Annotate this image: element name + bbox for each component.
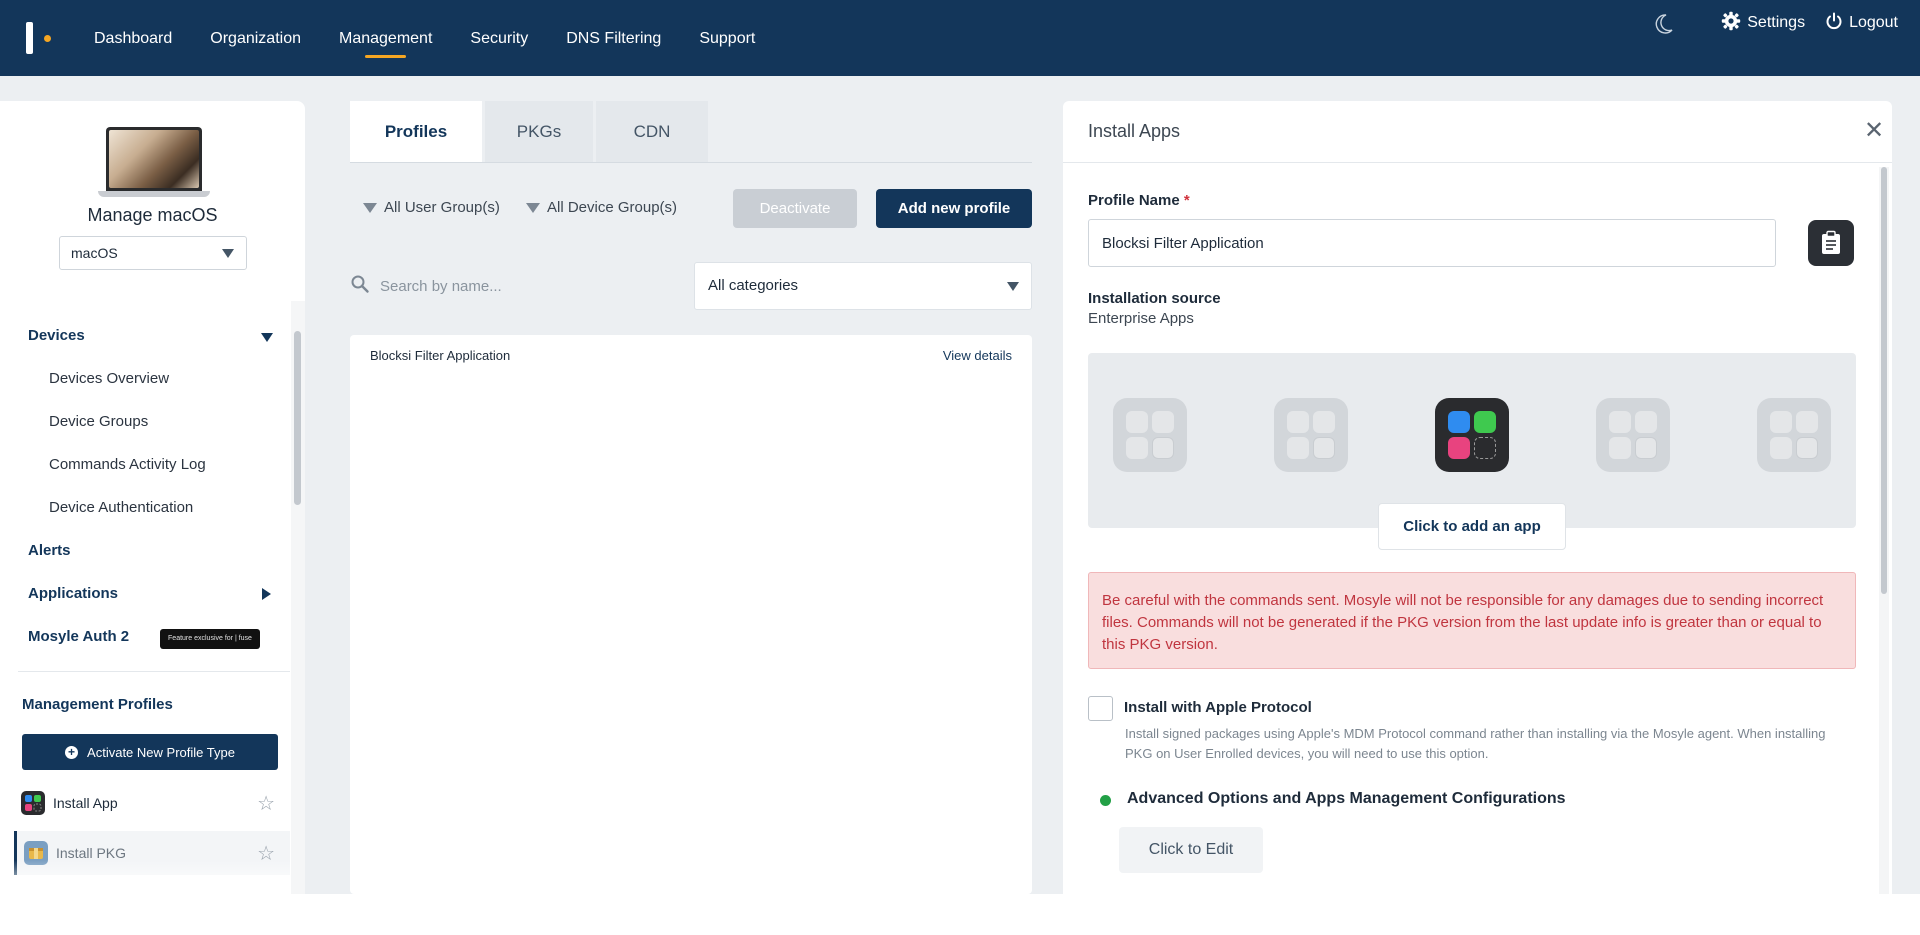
profile-item-install-app[interactable]: Install App ☆ (14, 781, 290, 825)
mosyle-logo[interactable] (26, 22, 54, 54)
panel-title: Install Apps (1088, 121, 1181, 141)
apple-protocol-help: Install signed packages using Apple's MD… (1125, 726, 1826, 761)
advanced-options-title: Advanced Options and Apps Management Con… (1127, 790, 1566, 807)
app-grid-icon[interactable] (1435, 398, 1509, 472)
main-nav: Dashboard Organization Management Securi… (94, 0, 793, 76)
filter-icon (363, 202, 377, 213)
sidebar-item-mosyle-auth[interactable]: Mosyle Auth 2 (28, 628, 129, 645)
settings-label: Settings (1747, 14, 1806, 31)
nav-management[interactable]: Management (339, 0, 432, 76)
apple-protocol-label: Install with Apple Protocol (1124, 699, 1312, 716)
sidebar-item-devices[interactable]: Devices (28, 327, 85, 344)
profile-tabs: Profiles PKGs CDN (350, 101, 711, 163)
app-placeholder-icon[interactable] (1113, 398, 1187, 472)
installation-source-label: Installation source (1088, 290, 1221, 307)
profile-name-label: Profile Name * (1088, 192, 1190, 209)
app-placeholder-icon[interactable] (1757, 398, 1831, 472)
tab-pkgs[interactable]: PKGs (485, 101, 593, 163)
add-app-button[interactable]: Click to add an app (1378, 503, 1566, 550)
settings-button[interactable]: Settings (1721, 11, 1805, 36)
click-to-edit-button[interactable]: Click to Edit (1119, 827, 1263, 873)
star-icon[interactable]: ☆ (257, 791, 275, 816)
sidebar-item-device-authentication[interactable]: Device Authentication (49, 499, 193, 516)
sidebar-item-devices-overview[interactable]: Devices Overview (49, 370, 169, 387)
sidebar-scrollbar-thumb[interactable] (294, 331, 301, 505)
panel-scrollbar[interactable] (1879, 167, 1889, 894)
management-profiles-title: Management Profiles (22, 696, 173, 713)
search-icon (350, 274, 370, 299)
profile-item-label: Install App (53, 795, 118, 811)
required-mark: * (1183, 192, 1190, 209)
category-select[interactable]: All categories (694, 262, 1032, 310)
app-picker: Click to add an app (1088, 353, 1856, 550)
nav-security[interactable]: Security (470, 0, 528, 76)
add-new-profile-button[interactable]: Add new profile (876, 189, 1032, 228)
tab-profiles[interactable]: Profiles (350, 101, 482, 163)
profile-name-input[interactable] (1088, 219, 1776, 267)
activate-new-profile-type-button[interactable]: + Activate New Profile Type (22, 734, 278, 770)
category-select-value: All categories (708, 277, 799, 294)
clipboard-icon[interactable] (1808, 220, 1854, 266)
top-navigation-bar: Dashboard Organization Management Securi… (0, 0, 1920, 76)
installation-source-value: Enterprise Apps (1088, 310, 1194, 327)
os-select-value: macOS (71, 245, 118, 261)
top-right-actions: Settings Logout (1655, 0, 1898, 46)
gear-icon (1721, 11, 1747, 36)
profile-item-label: Install PKG (56, 845, 127, 861)
sidebar: Manage macOS macOS Devices Devices Overv… (0, 101, 305, 894)
plus-circle-icon: + (65, 745, 79, 759)
filter-user-groups[interactable]: All User Group(s) (363, 199, 500, 216)
filter-icon (526, 202, 540, 213)
os-select[interactable]: macOS (59, 236, 247, 270)
search-box (350, 262, 680, 310)
filter-device-groups-label: All Device Group(s) (547, 199, 678, 216)
apple-protocol-checkbox[interactable] (1088, 696, 1113, 721)
profile-name-label-text: Profile Name (1088, 192, 1180, 209)
sidebar-item-alerts[interactable]: Alerts (28, 542, 71, 559)
close-icon[interactable]: ✕ (1864, 119, 1884, 143)
filter-device-groups[interactable]: All Device Group(s) (526, 199, 677, 216)
macbook-image (98, 127, 210, 199)
logout-button[interactable]: Logout (1825, 12, 1898, 35)
sidebar-item-applications[interactable]: Applications (28, 585, 118, 602)
tab-cdn[interactable]: CDN (596, 101, 708, 163)
caret-down-icon (222, 249, 234, 258)
app-placeholder-icon[interactable] (1596, 398, 1670, 472)
profiles-list: Blocksi Filter Application View details (350, 335, 1032, 894)
view-details-link[interactable]: View details (943, 348, 1012, 363)
sidebar-title: Manage macOS (87, 205, 218, 225)
bottom-whitespace (0, 894, 1920, 935)
app-grid-icon (21, 791, 45, 815)
deactivate-button[interactable]: Deactivate (733, 189, 857, 228)
warning-message: Be careful with the commands sent. Mosyl… (1088, 572, 1856, 669)
install-apps-panel: Install Apps ✕ Profile Name * Installati… (1063, 101, 1892, 894)
nav-organization[interactable]: Organization (210, 0, 301, 76)
filter-user-groups-label: All User Group(s) (384, 199, 500, 216)
sidebar-scrollbar[interactable] (291, 301, 305, 894)
nav-dns-filtering[interactable]: DNS Filtering (566, 0, 661, 76)
app-placeholder-icon[interactable] (1274, 398, 1348, 472)
status-dot (1100, 795, 1111, 806)
power-icon (1825, 12, 1849, 35)
expand-down-icon[interactable] (261, 333, 273, 342)
logout-label: Logout (1849, 14, 1898, 31)
sidebar-divider (18, 671, 290, 672)
table-row[interactable]: Blocksi Filter Application View details (350, 335, 1032, 375)
search-input[interactable] (380, 277, 660, 295)
activate-button-label: Activate New Profile Type (87, 744, 235, 760)
caret-down-icon (1007, 282, 1019, 291)
panel-header: Install Apps ✕ (1063, 101, 1892, 163)
moon-icon[interactable] (1655, 14, 1673, 34)
profile-name: Blocksi Filter Application (370, 347, 511, 363)
panel-scrollbar-thumb[interactable] (1881, 167, 1887, 594)
tabs-divider (350, 162, 1032, 163)
sidebar-item-commands-activity-log[interactable]: Commands Activity Log (49, 456, 206, 473)
sidebar-item-device-groups[interactable]: Device Groups (49, 413, 148, 430)
nav-support[interactable]: Support (699, 0, 755, 76)
nav-dashboard[interactable]: Dashboard (94, 0, 172, 76)
expand-right-icon[interactable] (262, 588, 271, 600)
fuse-exclusive-badge: Feature exclusive for | fuse (160, 629, 260, 649)
sidebar-fade (0, 860, 290, 894)
